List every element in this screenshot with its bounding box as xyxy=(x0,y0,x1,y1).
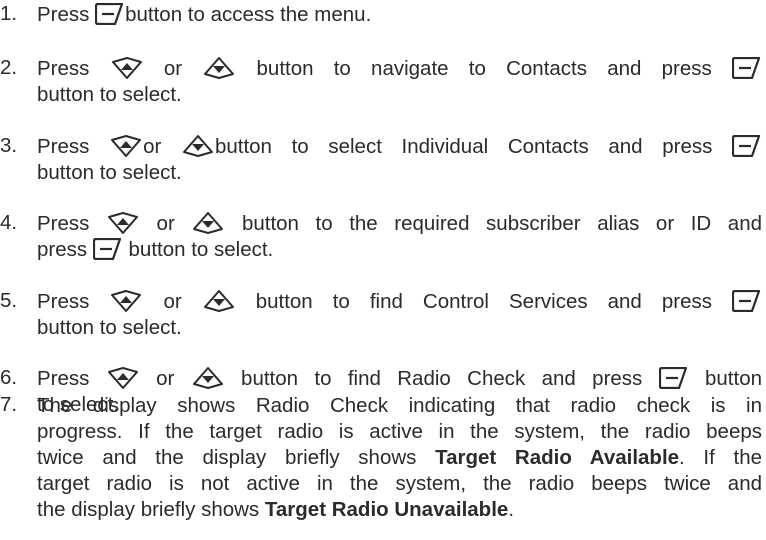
step-number: 4. xyxy=(0,211,18,234)
text-segment: . If the xyxy=(679,446,762,469)
text-segment: button to select. xyxy=(37,83,182,106)
text-segment: the display briefly shows xyxy=(37,498,265,521)
step-number: 1. xyxy=(0,2,18,25)
text-segment: button to find Radio Check and press xyxy=(224,367,659,390)
down-navigation-button-icon xyxy=(191,366,225,390)
step-text: Press button to access the menu. xyxy=(37,2,762,28)
text-segment: button to access the menu. xyxy=(125,3,372,26)
down-navigation-button-icon xyxy=(191,211,225,235)
text-line: button to select. xyxy=(37,82,762,108)
text-segment: twice and the display briefly shows xyxy=(37,446,436,469)
text-segment: press xyxy=(37,238,93,261)
text-line: The display shows Radio Check indicating… xyxy=(37,393,762,419)
text-segment: progress. If the target radio is active … xyxy=(37,420,762,443)
text-segment: button xyxy=(688,367,763,390)
menu-ok-button-icon xyxy=(732,134,762,157)
text-segment: Press xyxy=(37,3,96,26)
text-line: Press or button to select Individual Con… xyxy=(37,134,762,160)
text-segment: target radio is not active in the system… xyxy=(37,472,762,495)
text-segment: button to select Individual Contacts and… xyxy=(214,135,732,158)
instruction-steps: 1. Press button to access the menu. 2. P… xyxy=(0,0,766,540)
step-number: 6. xyxy=(0,366,18,389)
text-segment: Press xyxy=(37,367,106,390)
text-segment: or xyxy=(143,135,181,158)
text-line: Press or button to find Control Services… xyxy=(37,289,762,315)
text-segment: Press xyxy=(37,57,110,80)
text-segment: Press xyxy=(37,135,110,158)
text-segment: or xyxy=(143,57,203,80)
menu-ok-button-icon xyxy=(658,366,689,389)
step-number: 7. xyxy=(0,393,18,416)
step-number: 2. xyxy=(0,56,18,79)
text-line: Press or button to navigate to Contacts … xyxy=(37,56,762,82)
down-navigation-button-icon xyxy=(202,289,236,313)
up-navigation-button-icon xyxy=(109,134,143,158)
text-segment: button to navigate to Contacts and press xyxy=(236,57,732,80)
up-navigation-button-icon xyxy=(106,366,140,390)
text-segment: Press xyxy=(37,290,110,313)
menu-ok-button-icon xyxy=(731,56,762,79)
up-navigation-button-icon xyxy=(106,211,140,235)
text-line: progress. If the target radio is active … xyxy=(37,419,762,445)
menu-ok-button-icon xyxy=(732,289,762,312)
text-line: twice and the display briefly shows Targ… xyxy=(37,445,762,471)
step-text: Press or button to find Control Services… xyxy=(37,289,762,341)
up-navigation-button-icon xyxy=(109,289,143,313)
emphasis-text: Target Radio Unavailable xyxy=(264,498,509,521)
text-line: button to select. xyxy=(37,160,762,186)
text-segment: . xyxy=(508,498,515,521)
step-text: The display shows Radio Check indicating… xyxy=(37,393,762,523)
text-line: Press or button to the required subscrib… xyxy=(37,211,762,237)
down-navigation-button-icon xyxy=(202,56,236,80)
text-segment: or xyxy=(139,367,191,390)
step-number: 3. xyxy=(0,134,18,157)
text-line: press button to select. xyxy=(37,237,762,263)
text-segment: or xyxy=(143,290,202,313)
step-number: 5. xyxy=(0,289,18,312)
step-text: Press or button to navigate to Contacts … xyxy=(37,56,762,108)
text-segment: The display shows Radio Check indicating… xyxy=(37,394,762,417)
text-segment: Press xyxy=(37,212,106,235)
text-segment: button to select. xyxy=(37,316,182,339)
text-line: Press button to access the menu. xyxy=(37,2,762,28)
text-segment: button to select. xyxy=(122,238,274,261)
text-line: the display briefly shows Target Radio U… xyxy=(37,497,762,523)
text-segment: button to the required subscriber alias … xyxy=(225,212,763,235)
emphasis-text: Target Radio Available xyxy=(435,446,680,469)
menu-ok-button-icon xyxy=(95,2,125,25)
text-segment: button to select. xyxy=(37,161,182,184)
step-text: Press or button to the required subscrib… xyxy=(37,211,762,263)
text-segment: button to find Control Services and pres… xyxy=(235,290,732,313)
text-line: button to select. xyxy=(37,315,762,341)
text-segment: or xyxy=(139,212,192,235)
step-text: Press or button to select Individual Con… xyxy=(37,134,762,186)
up-navigation-button-icon xyxy=(110,56,144,80)
down-navigation-button-icon xyxy=(181,134,215,158)
text-line: Press or button to find Radio Check and … xyxy=(37,366,762,392)
text-line: target radio is not active in the system… xyxy=(37,471,762,497)
menu-ok-button-icon xyxy=(92,237,123,260)
